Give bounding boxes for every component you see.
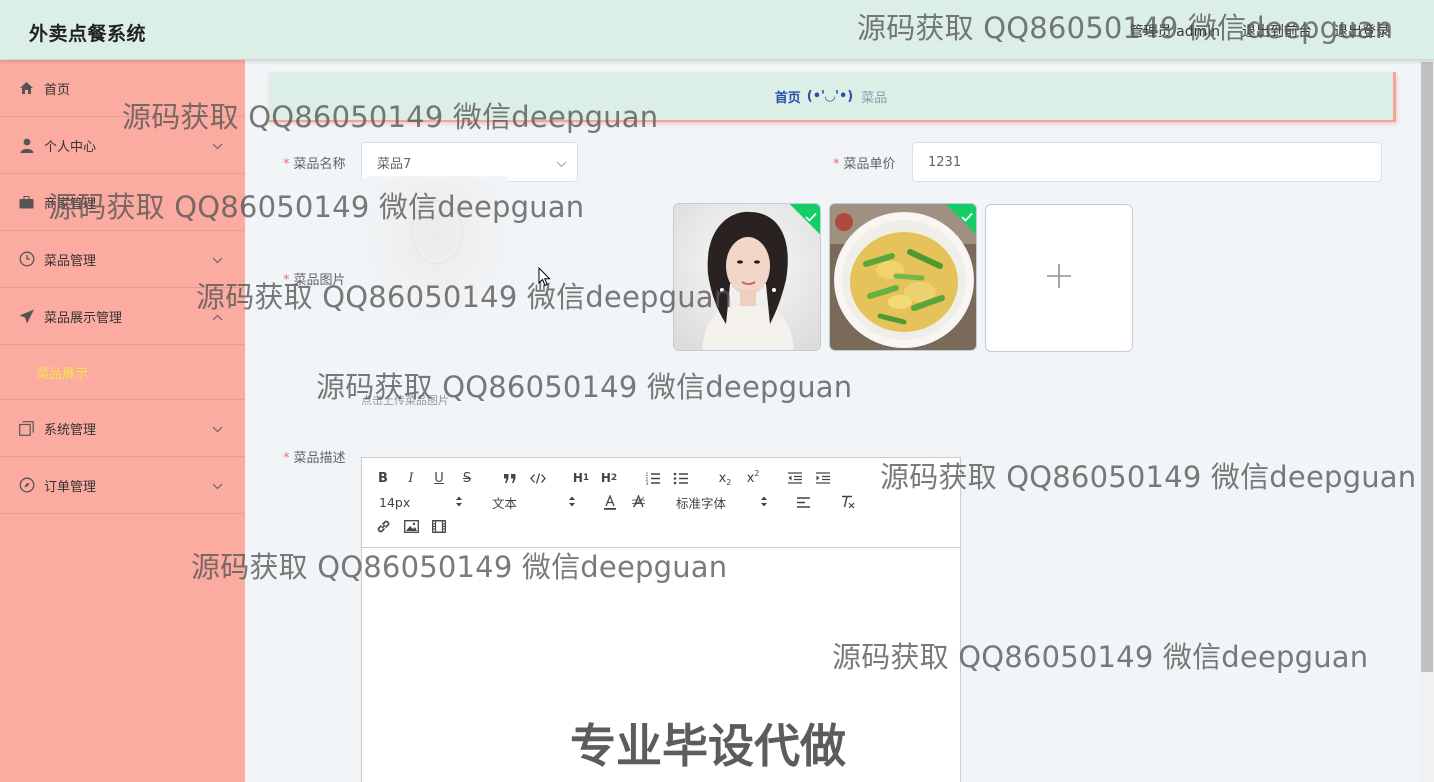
upload-tip: 点击上传菜品图片 bbox=[361, 394, 449, 407]
header-user-actions: 管理员 admin 退出到前台 退出登录 bbox=[1130, 21, 1390, 41]
sidebar-item-label: 系统管理 bbox=[44, 422, 97, 438]
font-color-icon[interactable] bbox=[601, 492, 619, 512]
chevron-down-icon bbox=[556, 157, 567, 172]
uploaded-image-portrait[interactable] bbox=[673, 203, 821, 351]
image-placeholder bbox=[363, 176, 509, 324]
updown-icon bbox=[760, 495, 768, 511]
chevron-up-icon bbox=[212, 310, 223, 325]
underline-button[interactable]: U bbox=[430, 468, 448, 488]
sidebar-item-label: 商家管理 bbox=[44, 196, 97, 212]
paragraph-select[interactable]: 文本 bbox=[492, 492, 576, 512]
clock-icon bbox=[18, 251, 35, 268]
check-icon bbox=[805, 207, 817, 226]
clear-format-icon[interactable] bbox=[838, 492, 856, 512]
bullet-list-icon[interactable] bbox=[672, 468, 690, 488]
sidebar-item-profile[interactable]: 个人中心 bbox=[0, 117, 245, 174]
sidebar-item-label: 订单管理 bbox=[44, 479, 97, 495]
page-scrollbar[interactable] bbox=[1420, 60, 1434, 782]
outdent-icon[interactable] bbox=[786, 468, 804, 488]
superscript-button[interactable]: x2 bbox=[742, 468, 764, 488]
chevron-down-icon bbox=[212, 139, 223, 154]
image-icon[interactable] bbox=[402, 516, 420, 536]
editor-content-area[interactable] bbox=[362, 548, 960, 782]
font-family-select[interactable]: 标准字体 bbox=[676, 492, 768, 512]
scroll-down-arrow-icon[interactable] bbox=[1423, 772, 1431, 782]
uploaded-image-dish[interactable] bbox=[829, 203, 977, 351]
breadcrumb-separator: (•'◡'•) bbox=[806, 88, 854, 104]
chevron-down-icon bbox=[212, 479, 223, 494]
sidebar-item-system[interactable]: 系统管理 bbox=[0, 400, 245, 457]
heading2-button[interactable]: H2 bbox=[598, 468, 620, 488]
breadcrumb: 首页 (•'◡'•) 菜品 bbox=[269, 72, 1396, 122]
breadcrumb-home-link[interactable]: 首页 bbox=[775, 87, 801, 106]
briefcase-icon bbox=[18, 194, 35, 211]
dish-name-label: * 菜品名称 bbox=[283, 157, 346, 172]
send-icon bbox=[18, 308, 35, 325]
font-family-value: 标准字体 bbox=[676, 495, 727, 511]
video-icon[interactable] bbox=[430, 516, 448, 536]
chevron-down-icon bbox=[212, 422, 223, 437]
dish-desc-label: * 菜品描述 bbox=[283, 451, 346, 466]
dish-price-input[interactable] bbox=[912, 142, 1382, 182]
chevron-down-icon bbox=[212, 253, 223, 268]
user-icon bbox=[18, 137, 35, 154]
rich-text-editor: B I U S H1 H2 123 x2 x2 14px 文本 标准字体 bbox=[361, 457, 961, 782]
background-color-icon[interactable] bbox=[629, 492, 647, 512]
updown-icon bbox=[455, 495, 463, 511]
image-upload-button[interactable] bbox=[985, 204, 1133, 352]
bold-button[interactable]: B bbox=[374, 468, 392, 488]
check-icon bbox=[961, 207, 973, 226]
dish-price-label: * 菜品单价 bbox=[833, 157, 896, 172]
plus-icon bbox=[1046, 263, 1072, 293]
ordered-list-icon[interactable]: 123 bbox=[644, 468, 662, 488]
dish-image-label: * 菜品图片 bbox=[283, 273, 346, 288]
dish-name-value: 菜品7 bbox=[377, 156, 412, 172]
editor-toolbar: B I U S H1 H2 123 x2 x2 14px 文本 标准字体 bbox=[362, 458, 960, 548]
sidebar-item-dish-display-management[interactable]: 菜品展示管理 bbox=[0, 288, 245, 345]
sidebar-subitem-dish-display[interactable]: 菜品展示 bbox=[0, 345, 245, 400]
strike-button[interactable]: S bbox=[458, 468, 476, 488]
compass-icon bbox=[18, 477, 35, 494]
app-title: 外卖点餐系统 bbox=[29, 23, 147, 45]
font-size-value: 14px bbox=[379, 494, 411, 510]
sidebar-item-label: 菜品展示管理 bbox=[44, 310, 123, 326]
updown-icon bbox=[568, 495, 576, 511]
breadcrumb-current: 菜品 bbox=[861, 90, 888, 106]
sidebar-item-home[interactable]: 首页 bbox=[0, 60, 245, 117]
sidebar-item-label: 个人中心 bbox=[44, 139, 97, 155]
italic-button[interactable]: I bbox=[402, 468, 420, 488]
subscript-button[interactable]: x2 bbox=[714, 468, 736, 488]
main-content: 首页 (•'◡'•) 菜品 *菜品名称 菜品7 *菜品单价 *菜品图片 bbox=[245, 60, 1420, 782]
font-size-select[interactable]: 14px bbox=[379, 492, 463, 512]
align-icon[interactable] bbox=[794, 492, 812, 512]
scrollbar-thumb[interactable] bbox=[1421, 62, 1433, 672]
home-icon bbox=[18, 80, 35, 97]
indent-icon[interactable] bbox=[814, 468, 832, 488]
copy-icon bbox=[18, 420, 35, 437]
top-header: 外卖点餐系统 管理员 admin 退出到前台 退出登录 bbox=[0, 0, 1434, 60]
sidebar-item-merchant[interactable]: 商家管理 bbox=[0, 174, 245, 231]
link-icon[interactable] bbox=[374, 516, 392, 536]
sidebar-item-label: 首页 bbox=[44, 82, 71, 98]
blockquote-icon[interactable] bbox=[501, 468, 519, 488]
code-block-icon[interactable] bbox=[529, 468, 547, 488]
logout-link[interactable]: 退出登录 bbox=[1334, 21, 1390, 41]
back-to-front-link[interactable]: 退出到前台 bbox=[1242, 21, 1312, 41]
admin-label: 管理员 admin bbox=[1129, 24, 1220, 40]
sidebar-item-orders[interactable]: 订单管理 bbox=[0, 457, 245, 514]
sidebar: 首页 个人中心 商家管理 菜品管理 菜品展示管理 菜品展示 系统管理 订单管理 bbox=[0, 60, 245, 782]
heading1-button[interactable]: H1 bbox=[570, 468, 592, 488]
paragraph-value: 文本 bbox=[492, 495, 518, 511]
svg-text:3: 3 bbox=[646, 481, 649, 485]
sidebar-item-dish-management[interactable]: 菜品管理 bbox=[0, 231, 245, 288]
sidebar-item-label: 菜品管理 bbox=[44, 253, 97, 269]
